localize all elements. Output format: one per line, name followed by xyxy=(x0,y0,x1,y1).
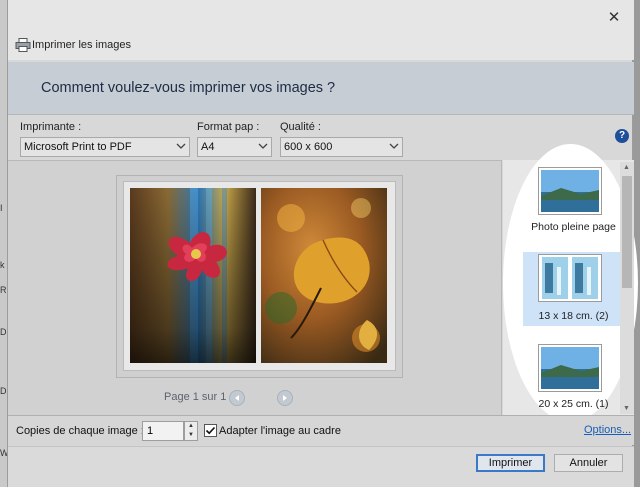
printer-icon xyxy=(15,38,31,52)
options-link[interactable]: Options... xyxy=(584,424,631,436)
layouts-scrollbar[interactable]: ▲ ▼ xyxy=(620,162,634,414)
quality-value: 600 x 600 xyxy=(284,141,333,153)
cancel-button[interactable]: Annuler xyxy=(554,454,623,472)
layout-label: Photo pleine page xyxy=(531,221,616,233)
layout-20x25[interactable]: 20 x 25 cm. (1) xyxy=(523,342,624,414)
title-bar: ✕ Imprimer les images xyxy=(8,0,634,60)
print-pictures-dialog: ✕ Imprimer les images Comment voulez-vou… xyxy=(7,0,638,487)
copies-label: Copies de chaque image : xyxy=(16,425,144,437)
photo-autumn-leaf xyxy=(261,188,387,363)
next-page-button[interactable] xyxy=(277,390,293,406)
scroll-down-icon[interactable]: ▼ xyxy=(623,405,630,412)
copies-input[interactable] xyxy=(142,421,184,441)
scroll-thumb[interactable] xyxy=(622,176,632,288)
printer-value: Microsoft Print to PDF xyxy=(24,141,132,153)
printer-label: Imprimante : xyxy=(20,121,82,133)
layout-label: 13 x 18 cm. (2) xyxy=(538,310,609,322)
layout-thumbnail xyxy=(538,167,602,215)
chevron-down-icon xyxy=(258,143,268,149)
print-button[interactable]: Imprimer xyxy=(476,454,545,472)
copies-stepper[interactable]: ▲ ▼ xyxy=(184,421,198,441)
arrow-left-icon xyxy=(235,395,239,401)
layout-label: 20 x 25 cm. (1) xyxy=(538,398,609,410)
dialog-title: Imprimer les images xyxy=(32,39,132,51)
divider xyxy=(8,114,634,115)
layout-thumbnail xyxy=(538,254,602,302)
landscape-thumbnail-icon xyxy=(541,170,599,212)
photo-water-lily xyxy=(130,188,256,363)
increment-icon[interactable]: ▲ xyxy=(185,422,197,431)
help-icon[interactable]: ? xyxy=(615,129,629,143)
checkmark-icon xyxy=(205,426,216,435)
layout-thumbnail xyxy=(538,344,602,392)
quality-select[interactable]: 600 x 600 xyxy=(280,137,403,157)
close-button[interactable]: ✕ xyxy=(604,8,624,28)
paper-size-value: A4 xyxy=(201,141,215,153)
chevron-down-icon xyxy=(389,143,399,149)
paper-size-select[interactable]: A4 xyxy=(197,137,272,157)
fit-to-frame-label: Adapter l'image au cadre xyxy=(219,425,341,437)
chevron-down-icon xyxy=(176,143,186,149)
printer-select[interactable]: Microsoft Print to PDF xyxy=(20,137,190,157)
quality-label: Qualité : xyxy=(280,121,321,133)
paper-size-label: Format pap : xyxy=(197,121,260,133)
arrow-right-icon xyxy=(283,395,287,401)
layout-full-page[interactable]: Photo pleine page xyxy=(523,162,624,236)
previous-page-button[interactable] xyxy=(229,390,245,406)
scroll-up-icon[interactable]: ▲ xyxy=(623,164,630,171)
decrement-icon[interactable]: ▼ xyxy=(185,431,197,440)
landscape-thumbnail-icon xyxy=(541,347,599,389)
two-portrait-thumbnail-icon xyxy=(542,257,598,299)
layout-13x18[interactable]: 13 x 18 cm. (2) xyxy=(523,252,624,326)
page-indicator: Page 1 sur 1 xyxy=(164,391,227,403)
fit-to-frame-checkbox[interactable] xyxy=(204,424,217,437)
page-heading: Comment voulez-vous imprimer vos images … xyxy=(41,80,336,96)
